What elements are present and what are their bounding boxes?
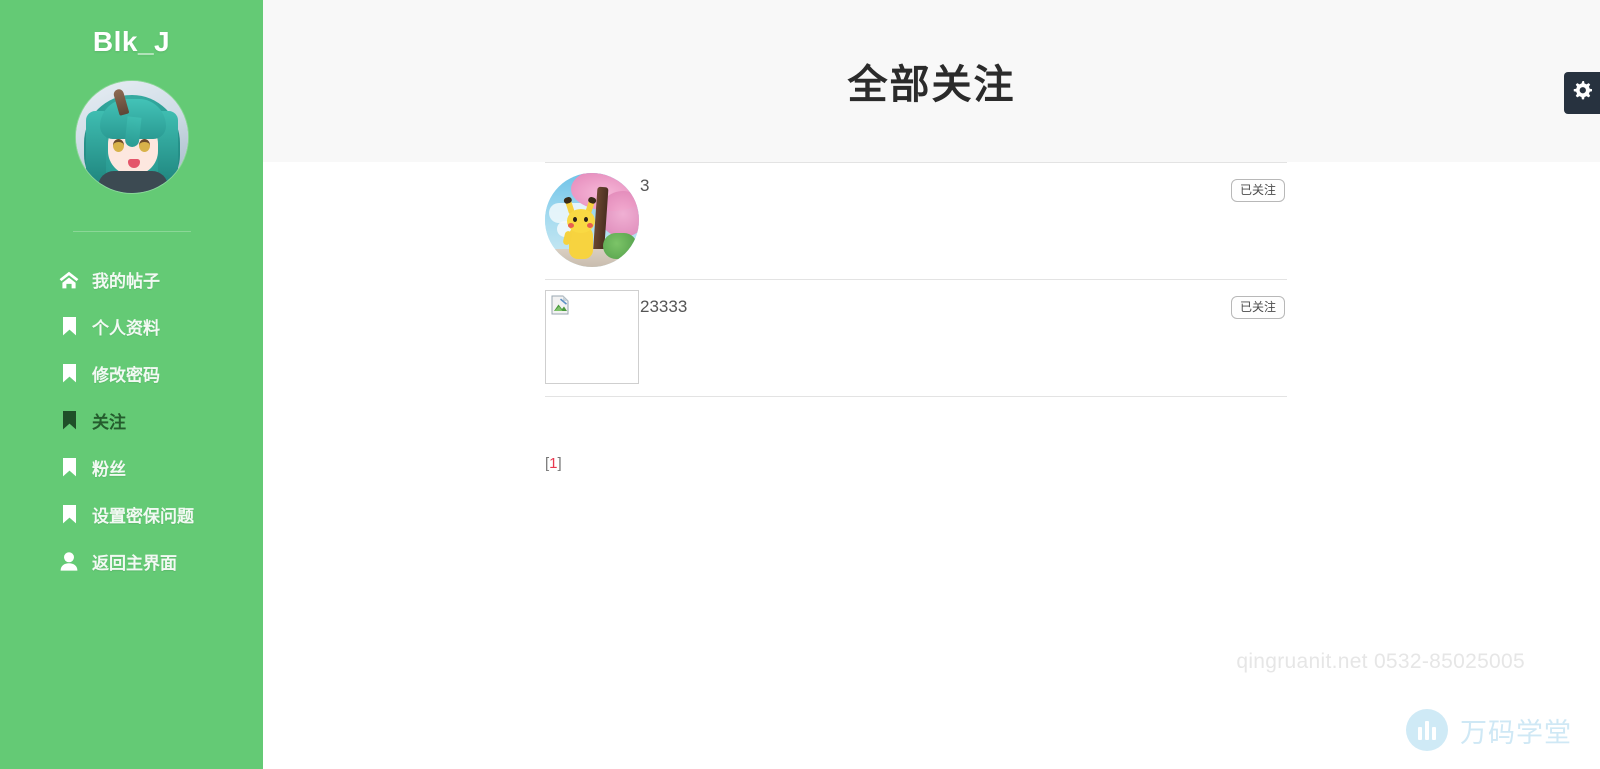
brand-logo: 万码学堂 bbox=[1406, 709, 1572, 751]
bookmark-icon bbox=[58, 317, 80, 336]
avatar bbox=[75, 81, 188, 193]
brand-logo-text: 万码学堂 bbox=[1460, 717, 1572, 748]
sidebar-item-label: 返回主界面 bbox=[92, 554, 177, 573]
avatar-wrapper bbox=[0, 81, 263, 193]
follow-list: 3 已关注 23333 已关注 bbox=[545, 162, 1287, 397]
sidebar-item-label: 我的帖子 bbox=[92, 272, 160, 291]
content-area: 3 已关注 23333 已关注 [1] bbox=[263, 162, 1600, 472]
row-username: 23333 bbox=[640, 297, 688, 316]
page-title: 全部关注 bbox=[847, 63, 1016, 107]
row-avatar[interactable] bbox=[545, 290, 639, 384]
page-header: 全部关注 bbox=[263, 0, 1600, 162]
main-content: 全部关注 3 已关注 23333 已关注 [1] qingruanit.net … bbox=[263, 0, 1600, 769]
row-username: 3 bbox=[640, 176, 650, 195]
bookmark-icon bbox=[58, 364, 80, 383]
sidebar-item-fans[interactable]: 粉丝 bbox=[0, 444, 263, 491]
user-icon bbox=[58, 552, 80, 571]
sidebar-brand: Blk_J bbox=[92, 26, 171, 57]
bookmark-icon bbox=[58, 458, 80, 477]
sidebar-item-label: 关注 bbox=[92, 413, 126, 432]
sidebar-item-profile[interactable]: 个人资料 bbox=[0, 303, 263, 350]
pagination: [1] bbox=[545, 455, 1600, 472]
unfollow-button[interactable]: 已关注 bbox=[1230, 179, 1285, 203]
sidebar-item-change-password[interactable]: 修改密码 bbox=[0, 350, 263, 397]
gear-icon bbox=[1573, 81, 1592, 105]
sidebar-item-security-question[interactable]: 设置密保问题 bbox=[0, 491, 263, 538]
broken-image-icon bbox=[550, 295, 572, 315]
watermark-text: qingruanit.net 0532-85025005 bbox=[1236, 650, 1525, 673]
pagination-current-page[interactable]: 1 bbox=[549, 455, 557, 472]
sidebar-item-label: 个人资料 bbox=[92, 319, 160, 338]
page-root: Blk_J 我的帖子 个人资料 修改密码 关注 粉丝 设置密保问题 返回主界面 … bbox=[0, 0, 1600, 769]
sidebar-item-my-posts[interactable]: 我的帖子 bbox=[0, 256, 263, 303]
row-avatar[interactable] bbox=[545, 173, 639, 267]
sidebar-divider bbox=[72, 231, 191, 232]
settings-button[interactable] bbox=[1564, 72, 1600, 114]
sidebar-item-label: 设置密保问题 bbox=[92, 507, 194, 526]
sidebar-item-label: 修改密码 bbox=[92, 366, 160, 385]
sidebar-item-back-home[interactable]: 返回主界面 bbox=[0, 538, 263, 585]
unfollow-button[interactable]: 已关注 bbox=[1230, 296, 1285, 320]
bookmark-icon bbox=[58, 411, 80, 430]
brand-logo-icon bbox=[1406, 709, 1448, 751]
sidebar-nav: 我的帖子 个人资料 修改密码 关注 粉丝 设置密保问题 返回主界面 bbox=[0, 256, 263, 585]
table-row: 23333 已关注 bbox=[545, 280, 1287, 397]
bookmark-icon bbox=[58, 505, 80, 524]
sidebar-item-label: 粉丝 bbox=[92, 460, 126, 479]
sidebar: Blk_J 我的帖子 个人资料 修改密码 关注 粉丝 设置密保问题 返回主界面 bbox=[0, 0, 263, 769]
pagination-close-bracket: ] bbox=[557, 455, 562, 472]
sidebar-item-following[interactable]: 关注 bbox=[0, 397, 263, 444]
table-row: 3 已关注 bbox=[545, 163, 1287, 280]
home-icon bbox=[58, 271, 80, 289]
